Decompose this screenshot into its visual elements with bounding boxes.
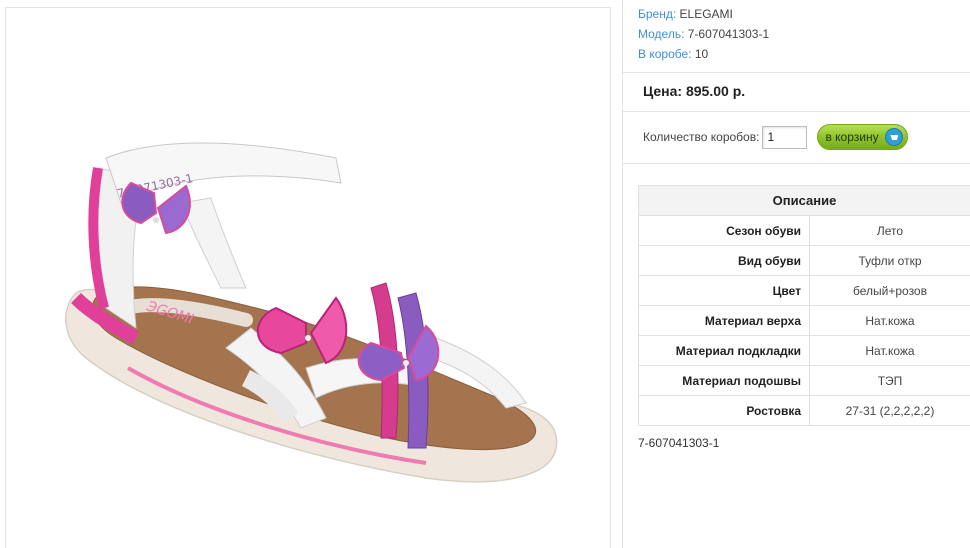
- row-key: Материал верха: [638, 305, 810, 336]
- quantity-input[interactable]: [762, 125, 808, 149]
- separator-line: [623, 163, 970, 164]
- separator-line: [623, 72, 970, 73]
- row-key: Ростовка: [638, 395, 810, 426]
- table-row: Материал подошвы ТЭП: [638, 365, 970, 396]
- row-value: Нат.кожа: [809, 335, 970, 366]
- meta-box-count: В коробе: 10: [638, 47, 709, 61]
- description-table: Описание Сезон обуви Лето Вид обуви Туфл…: [638, 185, 970, 426]
- product-meta: Бренд: ELEGAMI Модель: 7-607041303-1 В к…: [638, 4, 769, 64]
- price-label: Цена:: [643, 83, 683, 99]
- row-value: белый+розов: [809, 275, 970, 306]
- table-row: Сезон обуви Лето: [638, 215, 970, 246]
- row-value: 27-31 (2,2,2,2,2): [809, 395, 970, 426]
- meta-brand: Бренд: ELEGAMI: [638, 7, 733, 21]
- row-key: Материал подкладки: [638, 335, 810, 366]
- table-row: Материал подкладки Нат.кожа: [638, 335, 970, 366]
- row-value: ТЭП: [809, 365, 970, 396]
- table-row: Ростовка 27-31 (2,2,2,2,2): [638, 395, 970, 426]
- product-sku: 7-607041303-1: [638, 436, 720, 450]
- product-image[interactable]: ЭGOMI 7-6071303-1: [5, 7, 611, 548]
- row-key: Сезон обуви: [638, 215, 810, 246]
- quantity-row: Количество коробов: в корзину: [643, 124, 909, 150]
- table-row: Цвет белый+розов: [638, 275, 970, 306]
- meta-model: Модель: 7-607041303-1: [638, 27, 770, 41]
- row-value: Нат.кожа: [809, 305, 970, 336]
- row-key: Цвет: [638, 275, 810, 306]
- row-key: Вид обуви: [638, 245, 810, 276]
- quantity-label: Количество коробов:: [643, 130, 760, 144]
- sandal-illustration: ЭGOMI 7-6071303-1: [65, 142, 558, 483]
- row-key: Материал подошвы: [638, 365, 810, 396]
- column-divider: [622, 0, 623, 548]
- row-value: Лето: [809, 215, 970, 246]
- table-row: Материал верха Нат.кожа: [638, 305, 970, 336]
- separator-line: [623, 111, 970, 112]
- row-value: Туфли откр: [809, 245, 970, 276]
- description-header-row: Описание: [638, 185, 970, 216]
- table-row: Вид обуви Туфли откр: [638, 245, 970, 276]
- add-to-cart-label: в корзину: [825, 130, 879, 144]
- price: Цена: 895.00 р.: [643, 83, 745, 99]
- price-value: 895.00 р.: [685, 83, 746, 99]
- description-title: Описание: [638, 185, 970, 216]
- butterfly-right: [357, 324, 440, 382]
- add-to-cart-button[interactable]: в корзину: [817, 124, 909, 150]
- product-page: ЭGOMI 7-6071303-1 Бренд: ELEGAMI Модель:…: [0, 0, 970, 548]
- basket-icon: [885, 128, 904, 146]
